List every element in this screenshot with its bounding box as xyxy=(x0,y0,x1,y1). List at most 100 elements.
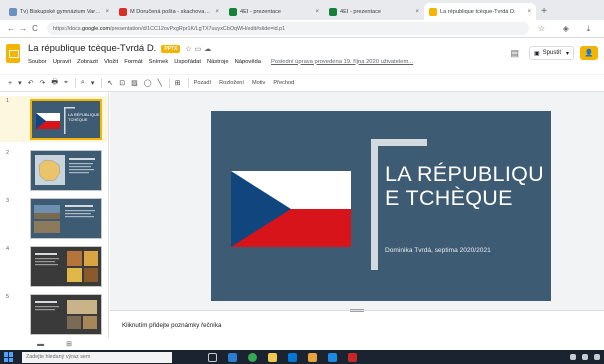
slide-thumbnail-4[interactable]: 4 xyxy=(0,244,108,290)
browser-tab-2[interactable]: M Doručená pošta - skachova@bi... × xyxy=(114,3,224,20)
line-icon[interactable]: ╲ xyxy=(158,79,162,87)
czech-flag-image[interactable] xyxy=(231,171,351,247)
person-icon: 👤 xyxy=(584,50,594,57)
download-icon[interactable]: ⤓ xyxy=(587,24,591,34)
close-icon[interactable]: × xyxy=(105,9,109,15)
thumbnail-preview xyxy=(30,198,102,239)
divider xyxy=(101,78,103,88)
store-icon[interactable] xyxy=(288,352,297,362)
undo-icon[interactable]: ↶ xyxy=(28,79,34,87)
browser-actions: ☆ ◈ ⤓ xyxy=(529,24,599,34)
grid-view-icon[interactable]: ⊞ xyxy=(66,340,72,348)
notification-icon[interactable] xyxy=(594,354,600,360)
paint-icon[interactable] xyxy=(308,352,317,362)
star-icon[interactable]: ☆ xyxy=(185,46,194,53)
tab-title: 4EI - prezentace xyxy=(340,8,382,15)
folder-icon[interactable]: ▭ xyxy=(195,46,205,53)
header-actions: ▤ ▣ Spustit ▾ 👤 xyxy=(510,46,598,60)
shield-icon[interactable]: ◈ xyxy=(563,24,569,34)
notes-resize-handle[interactable] xyxy=(350,309,364,312)
menu-snimek[interactable]: Snímek xyxy=(149,59,169,65)
back-icon[interactable]: ← xyxy=(5,24,17,33)
mail-icon[interactable] xyxy=(328,352,337,362)
paint-format-icon[interactable]: ⌖ xyxy=(64,79,68,87)
shape-icon[interactable]: ◯ xyxy=(144,79,152,87)
print-icon[interactable]: 🖶 xyxy=(51,78,58,89)
menu-soubor[interactable]: Soubor xyxy=(28,59,47,65)
zoom-icon[interactable]: ⌕ xyxy=(81,79,85,87)
present-button[interactable]: ▣ Spustit ▾ xyxy=(528,46,574,60)
chrome-icon[interactable] xyxy=(248,352,257,362)
slide-canvas-area: LA RÉPUBLIQU E TCHÈQUE Dominika Tvrdá, s… xyxy=(110,92,604,310)
file-explorer-icon[interactable] xyxy=(268,352,277,362)
menu-vlozit[interactable]: Vložit xyxy=(104,59,118,65)
menu-napoveda[interactable]: Nápověda xyxy=(235,59,261,65)
slides-logo-icon[interactable] xyxy=(6,44,20,63)
share-button[interactable]: 👤 xyxy=(580,46,598,60)
background-button[interactable]: Pozadí xyxy=(194,80,211,86)
menu-usporadat[interactable]: Uspořádat xyxy=(174,59,201,65)
document-title[interactable]: La république tcèque-Tvrdá D. xyxy=(28,43,156,54)
speaker-notes[interactable]: Kliknutím přidejte poznámky řečníka xyxy=(110,309,604,338)
url-path: /presentation/d/1CC12ovPxgRpr1K/LgTX7uuy… xyxy=(109,25,286,32)
new-slide-icon[interactable]: + xyxy=(8,80,12,87)
chevron-down-icon[interactable]: ▾ xyxy=(566,50,569,57)
gmail-icon xyxy=(119,7,127,16)
edge-icon[interactable] xyxy=(228,352,237,362)
taskbar-apps xyxy=(208,352,357,362)
slide-thumbnail-5[interactable]: 5 xyxy=(0,292,108,338)
acrobat-icon[interactable] xyxy=(348,352,357,362)
task-view-icon[interactable] xyxy=(208,352,217,362)
thumbnail-dark-image xyxy=(31,295,101,334)
menu-zobrazit[interactable]: Zobrazit xyxy=(77,59,98,65)
close-icon[interactable]: × xyxy=(527,9,531,15)
transition-button[interactable]: Přechod xyxy=(273,80,294,86)
title-actions: ☆▭☁ xyxy=(185,45,214,53)
taskbar-search-input[interactable]: Zadejte hledaný výraz sem xyxy=(22,351,172,363)
cloud-icon[interactable]: ☁ xyxy=(204,46,214,53)
redo-icon[interactable]: ↷ xyxy=(39,79,45,87)
browser-tab-4[interactable]: 4EI - prezentace × xyxy=(324,3,424,20)
slide-subtitle[interactable]: Dominika Tvrdá, septima 2020/2021 xyxy=(385,247,545,254)
slide-thumbnail-1[interactable]: 1 LA RÉPUBLIQUE TCHÈQUE xyxy=(0,96,108,142)
slide-thumbnail-3[interactable]: 3 xyxy=(0,196,108,242)
windows-start-icon[interactable] xyxy=(4,352,14,362)
bookmark-star-icon[interactable]: ☆ xyxy=(538,24,545,34)
url-input[interactable]: https://docs. google.com/presentation/d/1… xyxy=(47,22,529,35)
browser-tab-3[interactable]: 4EI - prezentace × xyxy=(224,3,324,20)
chevron-down-icon[interactable]: ▾ xyxy=(91,79,95,87)
slides-header: La république tcèque-Tvrdá D. PPTX ☆▭☁ S… xyxy=(0,38,604,74)
menu-format[interactable]: Formát xyxy=(124,59,142,65)
new-tab-button[interactable]: + xyxy=(536,3,552,20)
comment-history-icon[interactable]: ▤ xyxy=(510,48,519,59)
close-icon[interactable]: × xyxy=(415,9,419,15)
close-icon[interactable]: × xyxy=(315,9,319,15)
tab-title: Tv) Biskupské gymnázium Varnsdorf xyxy=(20,8,103,15)
menu-nastroje[interactable]: Nástroje xyxy=(207,59,229,65)
slide-number: 4 xyxy=(6,246,10,252)
layout-button[interactable]: Rozložení xyxy=(219,80,244,86)
tab-title: M Doručená pošta - skachova@bi... xyxy=(130,8,213,15)
select-cursor-icon[interactable]: ↖ xyxy=(107,79,113,87)
reload-icon[interactable]: C xyxy=(29,24,41,33)
slide-title[interactable]: LA RÉPUBLIQU E TCHÈQUE xyxy=(385,162,545,210)
add-comment-icon[interactable]: ⊞ xyxy=(175,79,181,87)
close-icon[interactable]: × xyxy=(215,9,219,15)
menu-upravit[interactable]: Upravit xyxy=(53,59,71,65)
slide-number: 3 xyxy=(6,198,10,204)
theme-button[interactable]: Motiv xyxy=(252,80,265,86)
notes-placeholder[interactable]: Kliknutím přidejte poznámky řečníka xyxy=(122,322,221,329)
textbox-icon[interactable]: ⊡ xyxy=(119,79,125,87)
current-slide[interactable]: LA RÉPUBLIQU E TCHÈQUE Dominika Tvrdá, s… xyxy=(211,111,551,301)
chevron-down-icon[interactable]: ▾ xyxy=(18,79,22,87)
last-edit-link[interactable]: Poslední úprava provedena 19. října 2020… xyxy=(271,59,413,65)
browser-tab-5-active[interactable]: La république tcèque-Tvrdá D. × xyxy=(424,3,536,20)
sheets-icon xyxy=(329,7,337,16)
image-icon[interactable]: ▨ xyxy=(131,79,138,87)
network-icon[interactable] xyxy=(570,354,576,360)
filmstrip-view-icon[interactable]: ▬ xyxy=(37,341,44,348)
slide-thumbnail-2[interactable]: 2 xyxy=(0,148,108,194)
browser-tab-1[interactable]: Tv) Biskupské gymnázium Varnsdorf × xyxy=(4,3,114,20)
forward-icon[interactable]: → xyxy=(17,24,29,33)
volume-icon[interactable] xyxy=(582,354,588,360)
